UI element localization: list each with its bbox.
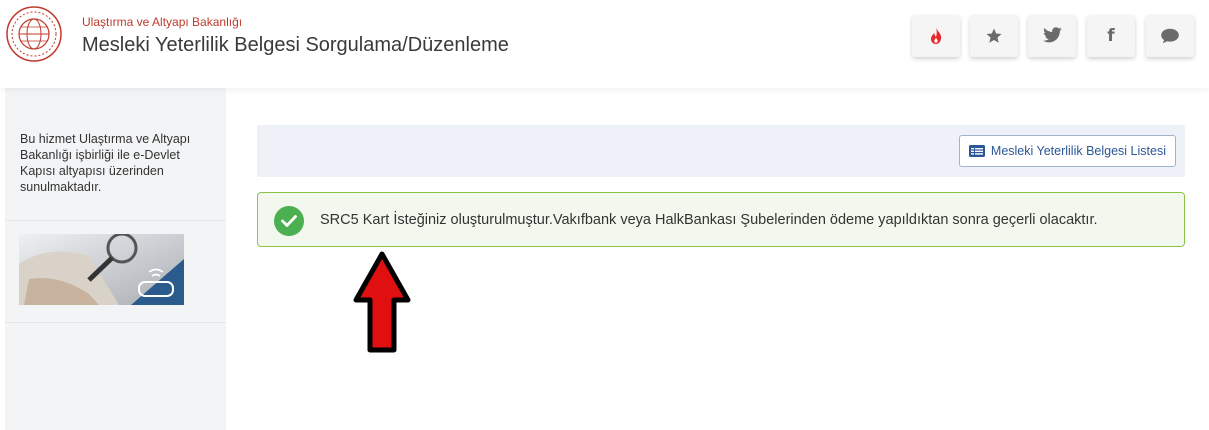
fire-button[interactable] <box>912 15 960 57</box>
service-info-text: Bu hizmet Ulaştırma ve Altyapı Bakanlığı… <box>20 132 191 194</box>
success-alert: SRC5 Kart İsteğiniz oluşturulmuştur.Vakı… <box>257 192 1185 247</box>
sidebar-divider <box>5 322 226 323</box>
service-banner-image <box>19 234 184 305</box>
ministry-logo-icon[interactable] <box>6 6 62 62</box>
header: Ulaştırma ve Altyapı Bakanlığı Mesleki Y… <box>0 0 1209 88</box>
comment-icon <box>1161 28 1179 44</box>
facebook-button[interactable]: f <box>1087 15 1135 57</box>
certificate-list-button[interactable]: Mesleki Yeterlilik Belgesi Listesi <box>958 135 1176 167</box>
sidebar: Bu hizmet Ulaştırma ve Altyapı Bakanlığı… <box>5 88 226 430</box>
check-circle-icon <box>274 206 304 236</box>
sidebar-divider <box>5 220 226 221</box>
twitter-button[interactable] <box>1028 15 1076 57</box>
list-icon <box>968 145 985 157</box>
page-title: Mesleki Yeterlilik Belgesi Sorgulama/Düz… <box>82 34 509 56</box>
fire-icon <box>931 28 942 44</box>
toolbar: Mesleki Yeterlilik Belgesi Listesi <box>257 125 1185 177</box>
twitter-icon <box>1043 27 1062 43</box>
ministry-name: Ulaştırma ve Altyapı Bakanlığı <box>82 15 243 29</box>
facebook-icon: f <box>1107 26 1115 46</box>
alert-message: SRC5 Kart İsteğiniz oluşturulmuştur.Vakı… <box>320 212 1098 228</box>
feedback-button[interactable] <box>1146 15 1194 57</box>
red-arrow-annotation <box>353 251 411 353</box>
star-icon <box>986 28 1002 43</box>
favorite-button[interactable] <box>970 15 1018 57</box>
certificate-list-label: Mesleki Yeterlilik Belgesi Listesi <box>990 144 1166 158</box>
